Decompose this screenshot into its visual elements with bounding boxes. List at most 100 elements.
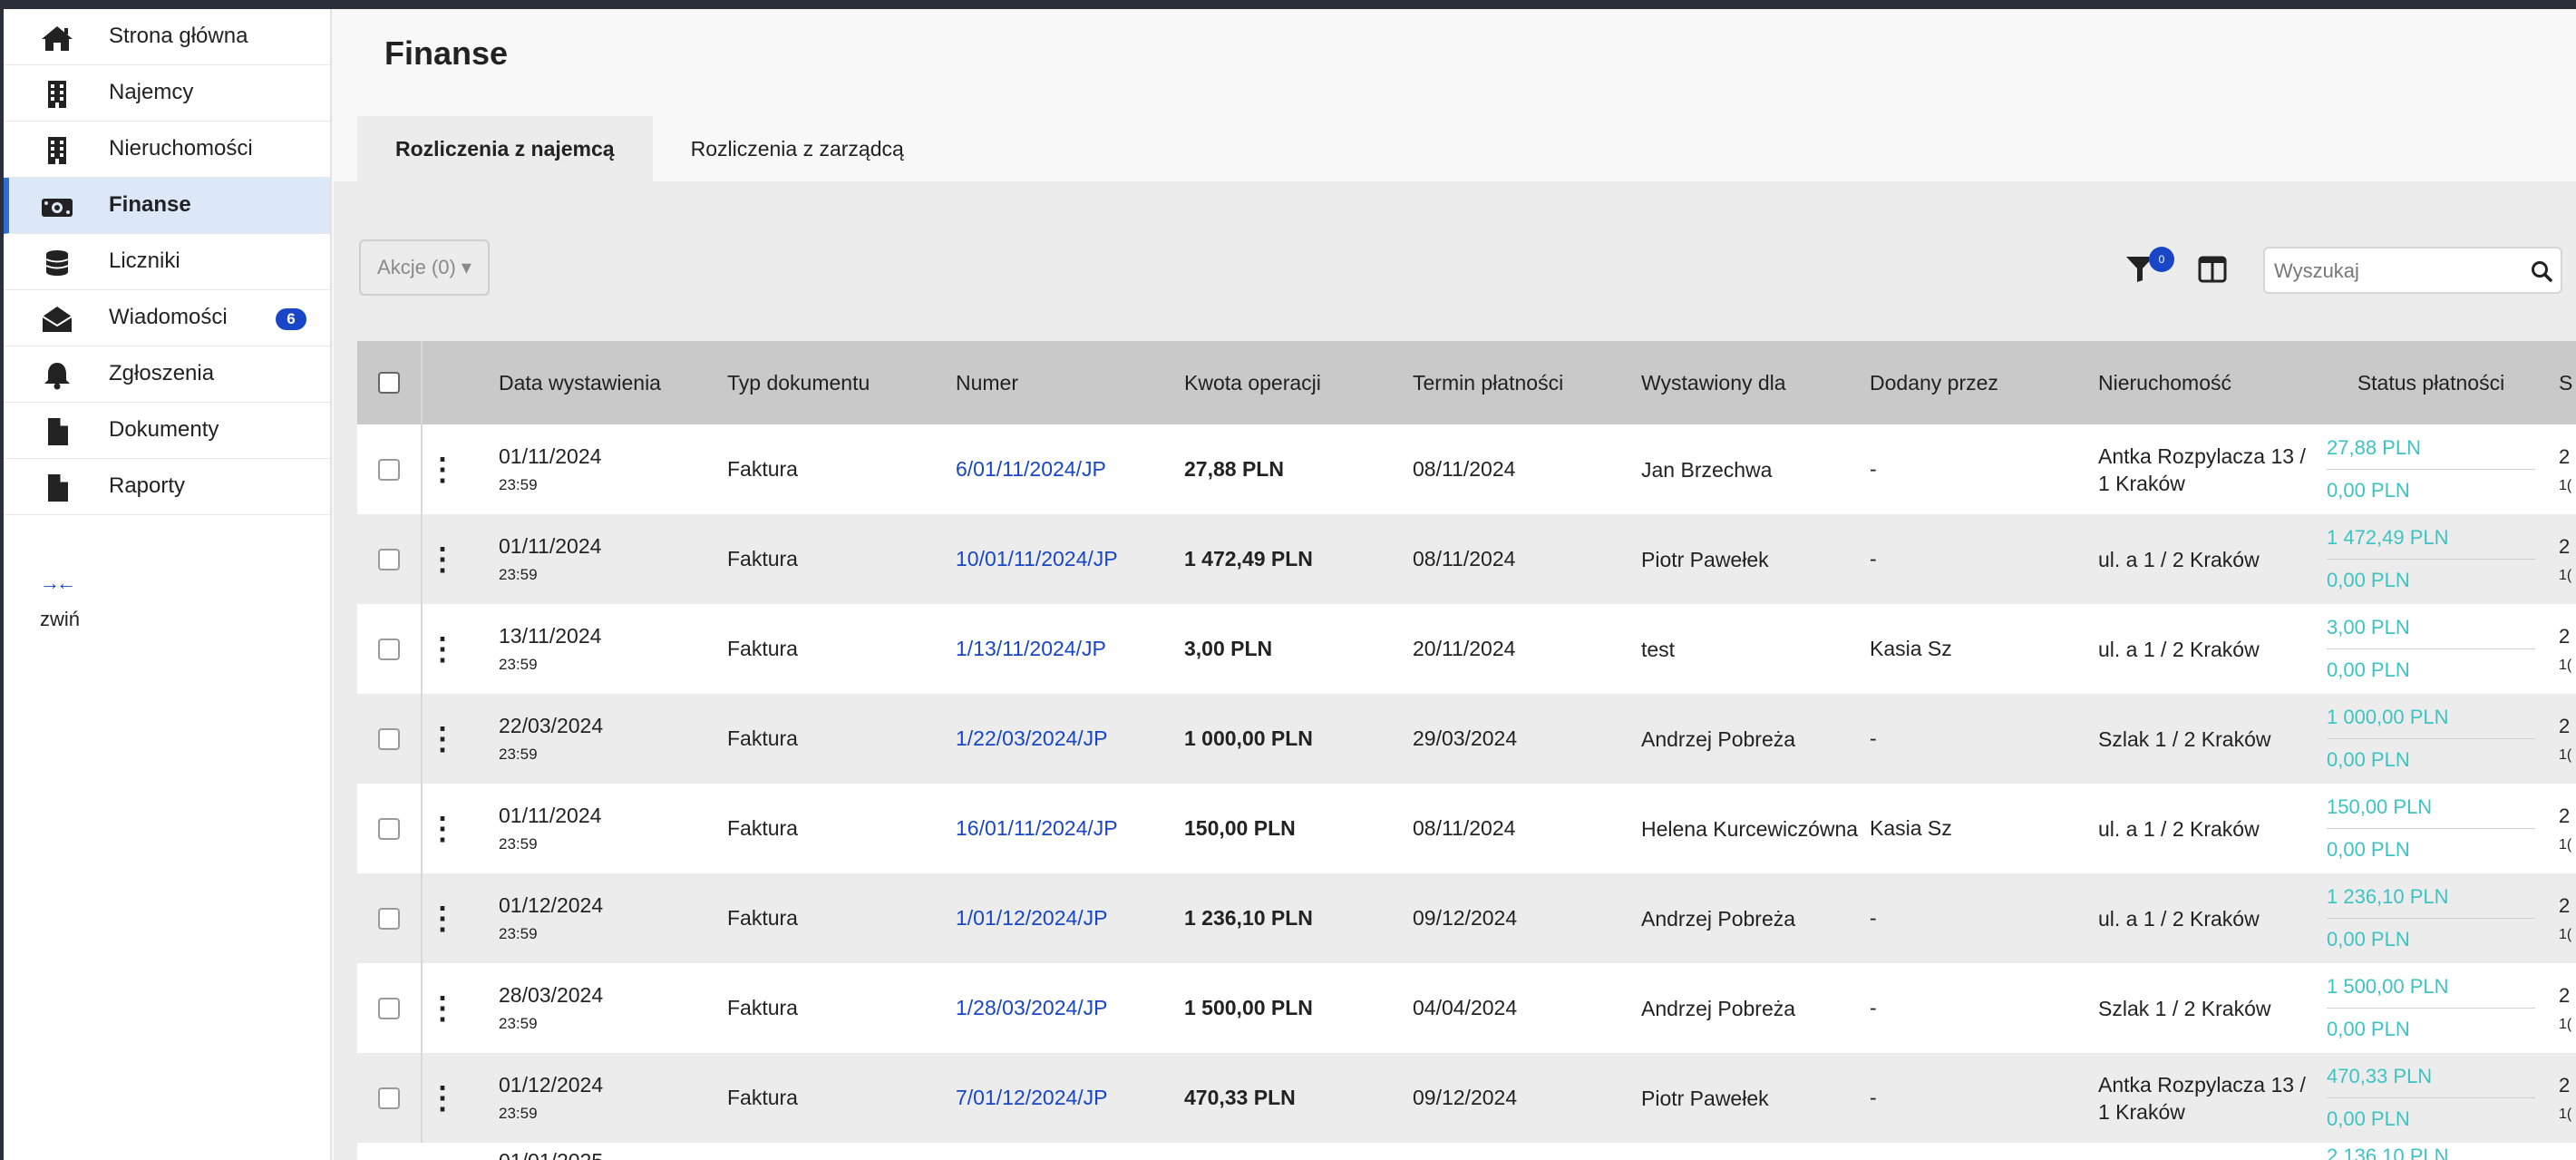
document-number-link[interactable]: 1/22/03/2024/JP (956, 694, 1182, 784)
header-amount[interactable]: Kwota operacji (1184, 341, 1411, 424)
payment-status: 1 500,00 PLN 0,00 PLN (2327, 963, 2535, 1053)
document-number-link[interactable]: 7/01/12/2024/JP (956, 1053, 1182, 1143)
sidebar-item-label: Najemcy (109, 80, 194, 104)
paid-amount: 27,88 PLN (2327, 436, 2535, 470)
document-number-link[interactable]: 6/01/11/2024/JP (956, 424, 1182, 514)
row-menu-icon[interactable]: ⋮ (423, 963, 462, 1053)
time-value: 23:59 (499, 656, 538, 673)
sidebar-item-meters[interactable]: Liczniki (4, 234, 330, 290)
property: Szlak 1 / 2 Kraków (2098, 996, 2271, 1020)
actions-dropdown-button[interactable]: Akcje (0) ▾ (359, 239, 490, 296)
document-number-link[interactable]: 16/01/11/2024/JP (956, 784, 1182, 873)
select-all-checkbox[interactable] (378, 372, 400, 394)
row-checkbox[interactable] (378, 907, 400, 930)
operation-amount: 1 236,10 PLN (1184, 906, 1313, 930)
added-by: Kasia Sz (1870, 637, 1952, 660)
document-number-link[interactable]: 1/13/11/2024/JP (956, 604, 1182, 694)
added-by: - (1870, 1086, 1877, 1109)
columns-toggle-button[interactable] (2197, 254, 2228, 285)
payment-status: 3,00 PLN 0,00 PLN (2327, 604, 2535, 694)
row-menu-icon[interactable]: ⋮ (423, 514, 462, 604)
document-number-link[interactable]: 1/01/12/2024/JP (956, 873, 1182, 963)
row-menu-icon[interactable]: ⋮ (423, 784, 462, 873)
file-icon (40, 473, 74, 502)
sidebar-item-label: Raporty (109, 473, 186, 498)
row-checkbox[interactable] (378, 638, 400, 660)
table-row: ⋮ 01/12/2024 23:59 Faktura 1/01/12/2024/… (357, 873, 2576, 963)
row-menu-icon[interactable]: ⋮ (423, 1053, 462, 1143)
search-input[interactable] (2274, 256, 2510, 287)
header-added-by[interactable]: Dodany przez (1870, 341, 2096, 424)
property: Szlak 1 / 2 Kraków (2098, 726, 2271, 751)
sidebar-item-finance[interactable]: Finanse (4, 178, 330, 234)
time-value: 23:59 (499, 1015, 538, 1032)
issued-for: Jan Brzechwa (1641, 457, 1773, 482)
header-property[interactable]: Nieruchomość (2098, 341, 2316, 424)
header-number[interactable]: Numer (956, 341, 1182, 424)
table-row: ⋮ 01/11/2024 23:59 Faktura 10/01/11/2024… (357, 514, 2576, 604)
extra-value: 2 (2559, 893, 2571, 917)
row-select-cell (357, 694, 423, 784)
extra-subvalue: 1( (2559, 836, 2572, 853)
remaining-amount: 0,00 PLN (2327, 569, 2410, 591)
date-value: 01/11/2024 (499, 804, 602, 827)
document-type: Faktura (727, 726, 798, 750)
content-panel: Akcje (0) ▾ 0 Data wystawienia Typ dokum… (334, 181, 2576, 1160)
table-row: 01/01/2025 2 136,10 PLN (357, 1143, 2576, 1160)
row-menu-icon[interactable]: ⋮ (423, 873, 462, 963)
file-icon (40, 417, 74, 446)
document-type: Faktura (727, 996, 798, 1019)
header-document-type[interactable]: Typ dokumentu (727, 341, 954, 424)
header-issue-date[interactable]: Data wystawienia (499, 341, 725, 424)
added-by: - (1870, 726, 1877, 750)
sidebar-item-requests[interactable]: Zgłoszenia (4, 346, 330, 403)
filter-button[interactable]: 0 (2122, 247, 2174, 290)
row-menu-icon[interactable]: ⋮ (423, 604, 462, 694)
collapse-sidebar-button[interactable]: →← zwiń (40, 571, 85, 631)
payment-status: 1 236,10 PLN 0,00 PLN (2327, 873, 2535, 963)
remaining-amount: 0,00 PLN (2327, 658, 2410, 681)
building-icon (40, 80, 74, 109)
sidebar-item-home[interactable]: Strona główna (4, 9, 330, 65)
document-number-link[interactable]: 10/01/11/2024/JP (956, 514, 1182, 604)
issued-for: Andrzej Pobreża (1641, 726, 1796, 751)
paid-amount: 2 136,10 PLN (2327, 1145, 2535, 1160)
operation-amount: 1 500,00 PLN (1184, 996, 1313, 1019)
payment-status: 2 136,10 PLN (2327, 1143, 2535, 1160)
time-value: 23:59 (499, 746, 538, 763)
row-checkbox[interactable] (378, 1087, 400, 1109)
sidebar-item-messages[interactable]: Wiadomości 6 (4, 290, 330, 346)
sidebar-item-label: Dokumenty (109, 417, 219, 442)
building-icon (40, 136, 74, 165)
row-checkbox[interactable] (378, 997, 400, 1019)
row-menu-icon[interactable]: ⋮ (423, 694, 462, 784)
document-number-link[interactable]: 1/28/03/2024/JP (956, 963, 1182, 1053)
extra-column: 2 1( (2559, 873, 2576, 963)
row-checkbox[interactable] (378, 817, 400, 840)
extra-value: 2 (2559, 804, 2571, 827)
row-select-cell (357, 873, 423, 963)
main-area: Finanse Rozliczenia z najemcą Rozliczeni… (334, 9, 2576, 1160)
money-icon (40, 192, 74, 221)
table-row: ⋮ 01/11/2024 23:59 Faktura 6/01/11/2024/… (357, 424, 2576, 514)
property: Antka Rozpylacza 13 / 1 Kraków (2098, 444, 2306, 495)
header-payment-status[interactable]: Status płatności (2327, 341, 2535, 424)
search-icon[interactable] (2530, 259, 2553, 283)
header-extra[interactable]: S (2559, 341, 2576, 424)
extra-column: 2 1( (2559, 604, 2576, 694)
header-issued-for[interactable]: Wystawiony dla (1641, 341, 1868, 424)
sidebar-item-properties[interactable]: Nieruchomości (4, 122, 330, 178)
issued-for: Piotr Pawełek (1641, 1086, 1769, 1110)
header-due-date[interactable]: Termin płatności (1413, 341, 1639, 424)
row-checkbox[interactable] (378, 458, 400, 481)
due-date: 08/11/2024 (1413, 547, 1516, 570)
sidebar-item-reports[interactable]: Raporty (4, 459, 330, 515)
row-checkbox[interactable] (378, 727, 400, 750)
sidebar-item-label: Wiadomości (109, 305, 228, 329)
sidebar-item-tenants[interactable]: Najemcy (4, 65, 330, 122)
tab-tenant-settlements[interactable]: Rozliczenia z najemcą (357, 116, 653, 181)
tab-manager-settlements[interactable]: Rozliczenia z zarządcą (653, 116, 942, 181)
row-menu-icon[interactable]: ⋮ (423, 424, 462, 514)
sidebar-item-documents[interactable]: Dokumenty (4, 403, 330, 459)
row-checkbox[interactable] (378, 548, 400, 570)
